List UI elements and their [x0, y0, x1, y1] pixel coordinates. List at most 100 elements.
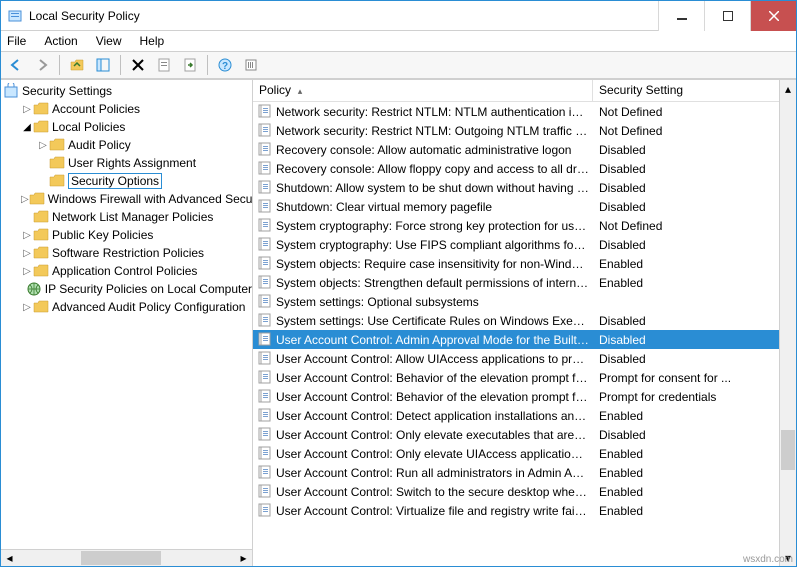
- tree-item[interactable]: ▷Public Key Policies: [1, 226, 252, 244]
- list-row[interactable]: Network security: Restrict NTLM: Outgoin…: [253, 121, 779, 140]
- list-row[interactable]: User Account Control: Allow UIAccess app…: [253, 349, 779, 368]
- list-row[interactable]: User Account Control: Behavior of the el…: [253, 387, 779, 406]
- tree-item-label: Application Control Policies: [52, 264, 197, 278]
- list-row[interactable]: User Account Control: Run all administra…: [253, 463, 779, 482]
- row-setting-text: Enabled: [593, 466, 779, 480]
- list-row[interactable]: User Account Control: Only elevate UIAcc…: [253, 444, 779, 463]
- list-row[interactable]: User Account Control: Behavior of the el…: [253, 368, 779, 387]
- list-row[interactable]: System objects: Require case insensitivi…: [253, 254, 779, 273]
- scroll-left-icon[interactable]: ◂: [1, 550, 18, 566]
- toolbar-separator: [120, 55, 121, 75]
- tree-item-label: Advanced Audit Policy Configuration: [52, 300, 245, 314]
- expand-icon[interactable]: ▷: [21, 302, 33, 313]
- row-policy-text: Network security: Restrict NTLM: Outgoin…: [276, 124, 593, 138]
- scroll-up-icon[interactable]: ▴: [780, 80, 796, 97]
- tree-item[interactable]: Security Options: [1, 172, 252, 190]
- row-policy-text: System objects: Strengthen default permi…: [276, 276, 593, 290]
- expand-icon[interactable]: ▷: [21, 248, 33, 259]
- expand-icon[interactable]: ▷: [21, 266, 33, 277]
- refresh-button[interactable]: [240, 54, 262, 76]
- list-row[interactable]: Shutdown: Clear virtual memory pagefileD…: [253, 197, 779, 216]
- tree-item[interactable]: Network List Manager Policies: [1, 208, 252, 226]
- expand-icon[interactable]: ▷: [21, 104, 33, 115]
- list-row[interactable]: System cryptography: Force strong key pr…: [253, 216, 779, 235]
- row-policy-text: Shutdown: Allow system to be shut down w…: [276, 181, 593, 195]
- delete-button[interactable]: [127, 54, 149, 76]
- row-setting-text: Disabled: [593, 352, 779, 366]
- row-setting-text: Disabled: [593, 200, 779, 214]
- body: Security Settings ▷ Account Policies ◢Loca…: [1, 79, 796, 566]
- minimize-button[interactable]: [658, 1, 704, 31]
- properties-button[interactable]: [153, 54, 175, 76]
- expand-icon[interactable]: ▷: [37, 140, 49, 151]
- row-policy-text: User Account Control: Detect application…: [276, 409, 593, 423]
- list-row[interactable]: User Account Control: Admin Approval Mod…: [253, 330, 779, 349]
- row-setting-text: Prompt for consent for ...: [593, 371, 779, 385]
- scroll-right-icon[interactable]: ▸: [235, 550, 252, 566]
- menu-action[interactable]: Action: [42, 34, 79, 48]
- tree-item-label: Software Restriction Policies: [52, 246, 204, 260]
- sort-indicator-icon: ▴: [298, 86, 303, 96]
- tree-item[interactable]: ◢Local Policies: [1, 118, 252, 136]
- tree-item-label: Account Policies: [52, 102, 140, 116]
- scroll-thumb[interactable]: [81, 551, 161, 565]
- column-header-setting[interactable]: Security Setting: [593, 80, 779, 101]
- list-row[interactable]: User Account Control: Virtualize file an…: [253, 501, 779, 520]
- row-policy-text: Network security: Restrict NTLM: NTLM au…: [276, 105, 593, 119]
- tree-item[interactable]: ▷Audit Policy: [1, 136, 252, 154]
- forward-button[interactable]: [31, 54, 53, 76]
- menu-file[interactable]: File: [5, 34, 28, 48]
- expand-icon[interactable]: ▷: [21, 194, 29, 205]
- collapse-icon[interactable]: ◢: [21, 122, 33, 133]
- up-button[interactable]: [66, 54, 88, 76]
- list-row[interactable]: Network security: Restrict NTLM: NTLM au…: [253, 102, 779, 121]
- row-policy-text: Shutdown: Clear virtual memory pagefile: [276, 200, 593, 214]
- maximize-button[interactable]: [704, 1, 750, 31]
- tree-item[interactable]: ▷ Account Policies: [1, 100, 252, 118]
- tree-root[interactable]: Security Settings: [1, 82, 252, 100]
- close-button[interactable]: [750, 1, 796, 31]
- svg-text:?: ?: [222, 61, 228, 72]
- list-row[interactable]: Shutdown: Allow system to be shut down w…: [253, 178, 779, 197]
- menubar: File Action View Help: [1, 31, 796, 51]
- list-row[interactable]: System settings: Optional subsystems: [253, 292, 779, 311]
- tree-scroll: Security Settings ▷ Account Policies ◢Loca…: [1, 80, 252, 549]
- list-row[interactable]: User Account Control: Switch to the secu…: [253, 482, 779, 501]
- list-row[interactable]: Recovery console: Allow automatic admini…: [253, 140, 779, 159]
- row-policy-text: User Account Control: Allow UIAccess app…: [276, 352, 593, 366]
- tree-hscrollbar[interactable]: ◂ ▸: [1, 549, 252, 566]
- help-button[interactable]: ?: [214, 54, 236, 76]
- tree-item[interactable]: User Rights Assignment: [1, 154, 252, 172]
- app-icon: [7, 8, 23, 24]
- list-row[interactable]: System cryptography: Use FIPS compliant …: [253, 235, 779, 254]
- list-row[interactable]: System objects: Strengthen default permi…: [253, 273, 779, 292]
- tree-item-label: IP Security Policies on Local Computer: [45, 282, 252, 296]
- row-setting-text: Enabled: [593, 276, 779, 290]
- row-setting-text: Enabled: [593, 409, 779, 423]
- row-setting-text: Not Defined: [593, 124, 779, 138]
- tree-item[interactable]: ▷Windows Firewall with Advanced Security: [1, 190, 252, 208]
- list-row[interactable]: Recovery console: Allow floppy copy and …: [253, 159, 779, 178]
- menu-view[interactable]: View: [94, 34, 124, 48]
- column-header-policy[interactable]: Policy ▴: [253, 80, 593, 101]
- row-setting-text: Disabled: [593, 162, 779, 176]
- tree-item[interactable]: IP Security Policies on Local Computer: [1, 280, 252, 298]
- row-setting-text: Disabled: [593, 238, 779, 252]
- menu-help[interactable]: Help: [138, 34, 167, 48]
- tree-item[interactable]: ▷ Advanced Audit Policy Configuration: [1, 298, 252, 316]
- list-row[interactable]: System settings: Use Certificate Rules o…: [253, 311, 779, 330]
- tree-item[interactable]: ▷ Application Control Policies: [1, 262, 252, 280]
- list-vscrollbar[interactable]: ▴ ▾: [779, 80, 796, 566]
- titlebar: Local Security Policy: [1, 1, 796, 31]
- export-button[interactable]: [179, 54, 201, 76]
- tree-item[interactable]: ▷ Software Restriction Policies: [1, 244, 252, 262]
- show-hide-tree-button[interactable]: [92, 54, 114, 76]
- expand-icon[interactable]: ▷: [21, 230, 33, 241]
- back-button[interactable]: [5, 54, 27, 76]
- toolbar: ?: [1, 51, 796, 79]
- list-row[interactable]: User Account Control: Detect application…: [253, 406, 779, 425]
- list-row[interactable]: User Account Control: Only elevate execu…: [253, 425, 779, 444]
- row-setting-text: Not Defined: [593, 105, 779, 119]
- scroll-thumb[interactable]: [781, 430, 795, 470]
- row-setting-text: Enabled: [593, 504, 779, 518]
